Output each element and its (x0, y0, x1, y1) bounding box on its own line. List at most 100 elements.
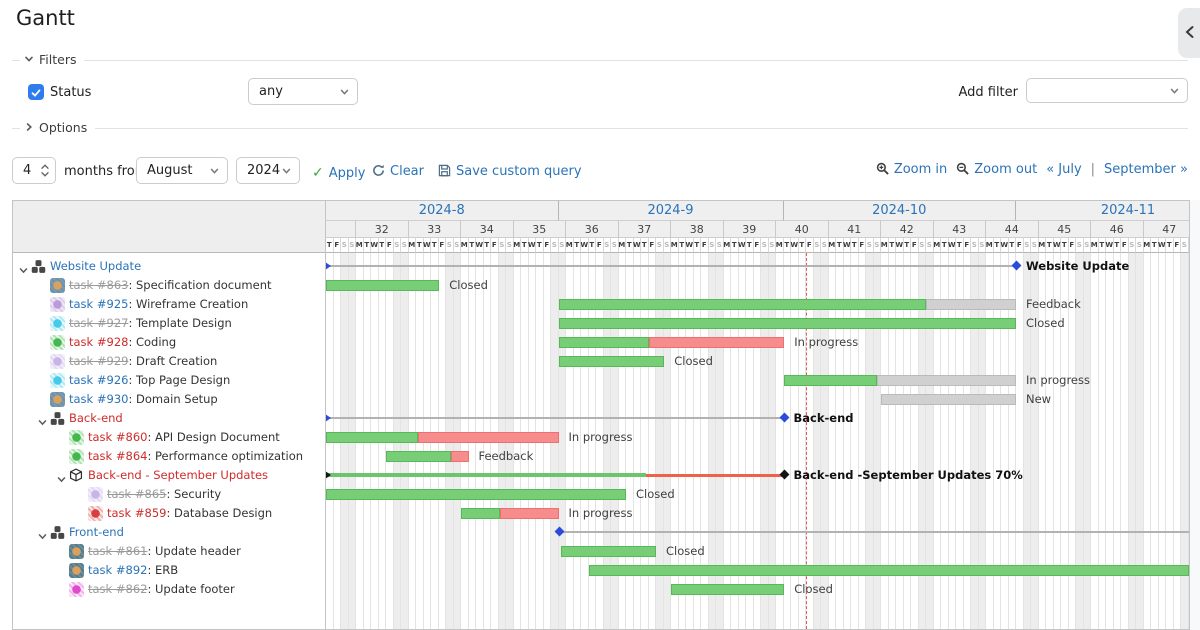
gantt-bar-late[interactable] (418, 432, 558, 443)
gantt-row-subject: Front-end (13, 523, 325, 542)
chevron-left-icon (1184, 25, 1195, 42)
task-link[interactable]: task #859 (107, 506, 166, 520)
gantt-month-link[interactable]: 2024-10 (872, 203, 926, 218)
task-title: : Template Design (128, 316, 231, 330)
task-subject: task #929: Draft Creation (69, 352, 217, 371)
gantt-day-cell: S (709, 238, 717, 253)
gantt-bar-label: In progress (569, 428, 633, 447)
task-link[interactable]: task #926 (69, 373, 128, 387)
gantt-day-cell: S (656, 238, 664, 253)
task-link[interactable]: task #928 (69, 335, 128, 349)
gantt-month-link[interactable]: 2024-11 (1101, 203, 1155, 218)
gantt-bar-pline[interactable] (326, 417, 784, 419)
gantt-bar-done[interactable] (326, 432, 418, 443)
gantt-row-subject: task #864: Performance optimization (13, 447, 325, 466)
year-select[interactable]: 2024 (236, 157, 300, 184)
task-link[interactable]: task #860 (88, 430, 147, 444)
task-link[interactable]: task #927 (69, 316, 128, 330)
collapse-sidebar-button[interactable] (1178, 8, 1200, 58)
year-select-value: 2024 (247, 163, 280, 178)
gantt-bar-late[interactable] (451, 451, 468, 462)
gantt-day-cell: W (686, 238, 694, 253)
gantt-row-subject: Back-end - September Updates (13, 466, 325, 485)
gantt-bar-vdone[interactable] (326, 473, 646, 477)
apply-link[interactable]: ✓Apply (312, 162, 365, 181)
gantt-bar-pline[interactable] (559, 531, 1190, 533)
assignee-avatar (69, 563, 84, 578)
task-link[interactable]: task #863 (69, 278, 128, 292)
add-filter-select[interactable] (1026, 78, 1188, 103)
gantt-row-subject: task #928: Coding (13, 333, 325, 352)
gantt-bar-todo[interactable] (881, 394, 1016, 405)
gantt-row-subject: task #927: Template Design (13, 314, 325, 333)
project-link[interactable]: Front-end (69, 525, 124, 539)
task-title: : Update footer (147, 582, 234, 596)
task-link[interactable]: task #930 (69, 392, 128, 406)
gantt-bar-done[interactable] (559, 299, 927, 310)
gantt-bar-done[interactable] (326, 280, 439, 291)
gantt-day-cell: M (461, 238, 469, 253)
task-link[interactable]: task #929 (69, 354, 128, 368)
gantt-bar-todo[interactable] (926, 299, 1016, 310)
refresh-icon (372, 162, 385, 181)
zoom-in-link[interactable]: Zoom in (876, 160, 947, 179)
gantt-bar-done[interactable] (589, 565, 1189, 576)
gantt-bar-pline[interactable] (326, 265, 1016, 267)
zoom-out-link[interactable]: Zoom out (956, 160, 1037, 179)
gantt-day-cell: S (446, 238, 454, 253)
gantt-bar-late[interactable] (649, 337, 784, 348)
gantt-bar-late[interactable] (500, 508, 559, 519)
gantt-bar-done[interactable] (561, 546, 656, 557)
task-link[interactable]: task #925 (69, 297, 128, 311)
task-subject: task #930: Domain Setup (69, 390, 218, 409)
project-link[interactable]: Back-end (69, 411, 123, 425)
next-month-link[interactable]: September » (1104, 162, 1188, 177)
gantt-day-cell: S (814, 238, 822, 253)
stepper-icon[interactable] (37, 161, 52, 180)
task-link[interactable]: task #864 (88, 449, 147, 463)
gantt-bar-done[interactable] (784, 375, 878, 386)
gantt-bar-done[interactable] (559, 318, 1017, 329)
gantt-bar-done[interactable] (559, 356, 665, 367)
status-checkbox[interactable] (28, 84, 44, 100)
gantt-day-cell: T (641, 238, 649, 253)
gantt-month-link[interactable]: 2024-9 (647, 203, 693, 218)
gantt-week-cell: 34 (461, 221, 514, 238)
status-operator-select[interactable]: any (248, 78, 358, 105)
task-title: : Domain Setup (128, 392, 217, 406)
version-link[interactable]: Back-end - September Updates (88, 468, 268, 482)
gantt-day-cell: M (724, 238, 732, 253)
gantt-month-cell: 2024-9 (559, 201, 784, 221)
task-link[interactable]: task #892 (88, 563, 147, 577)
task-link[interactable]: task #862 (88, 582, 147, 596)
gantt-month-link[interactable]: 2024-8 (419, 203, 465, 218)
gantt-bar-done[interactable] (386, 451, 451, 462)
gantt-chart-area: 2024-82024-92024-102024-1132333435363738… (326, 201, 1189, 629)
gantt-bar-todo[interactable] (877, 375, 1016, 386)
gantt-bar-vlate[interactable] (646, 474, 783, 477)
gantt-bar-done[interactable] (326, 489, 626, 500)
gantt-bar-done[interactable] (671, 584, 784, 595)
task-title: : Security (166, 487, 221, 501)
gantt-day-cell: F (1069, 238, 1077, 253)
gantt-day-cell: F (964, 238, 972, 253)
gantt-day-cell: W (1106, 238, 1114, 253)
clear-link[interactable]: Clear (372, 162, 424, 181)
gantt-row-subject: task #861: Update header (13, 542, 325, 561)
months-count-input[interactable]: 4 (12, 157, 56, 184)
task-link[interactable]: task #861 (88, 544, 147, 558)
prev-month-link[interactable]: « July (1046, 162, 1081, 177)
assignee-avatar (69, 544, 84, 559)
gantt-bar-label: In progress (794, 333, 858, 352)
options-legend[interactable]: Options (20, 120, 95, 135)
month-select[interactable]: August (136, 157, 228, 184)
options-fieldset: Options (12, 128, 1188, 147)
gantt-day-cell: W (529, 238, 537, 253)
gantt-bar-done[interactable] (559, 337, 650, 348)
gantt-bar-done[interactable] (461, 508, 500, 519)
project-link[interactable]: Website Update (50, 259, 141, 273)
task-link[interactable]: task #865 (107, 487, 166, 501)
filters-legend[interactable]: Filters (20, 52, 84, 67)
gantt-day-cell: F (1174, 238, 1182, 253)
save-custom-query-link[interactable]: Save custom query (438, 162, 582, 181)
